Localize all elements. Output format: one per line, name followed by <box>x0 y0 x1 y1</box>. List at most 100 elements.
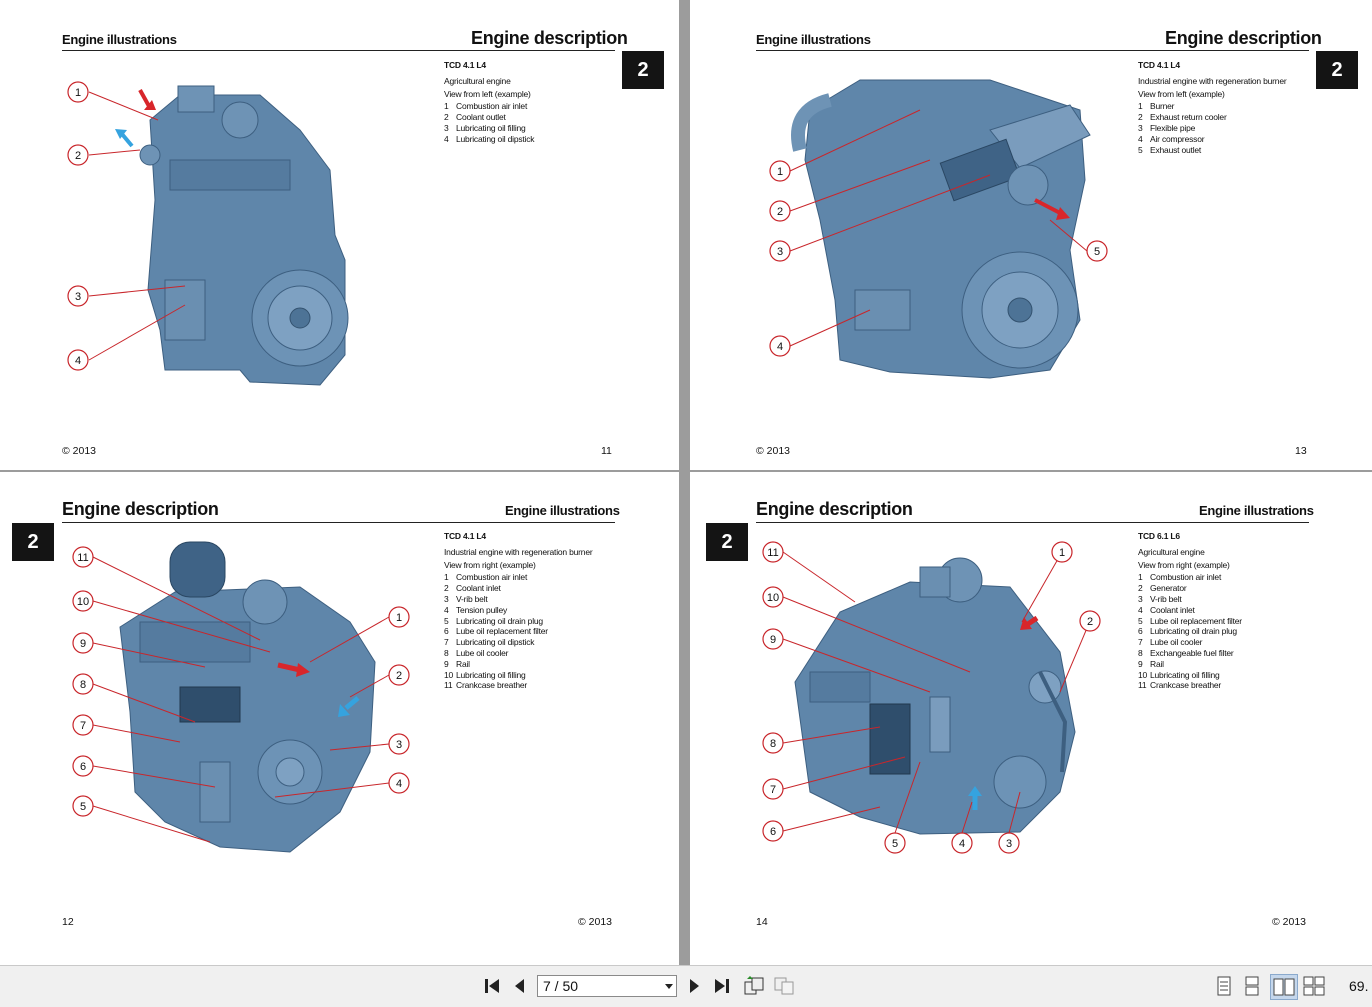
callout-3: 3 <box>998 832 1020 854</box>
last-page-icon <box>715 979 729 993</box>
svg-text:2: 2 <box>1087 616 1093 628</box>
svg-text:1: 1 <box>777 166 783 178</box>
legend-subtitle: Agricultural engine <box>1138 546 1205 557</box>
legend: TCD 6.1 L6 Agricultural engine View from… <box>1138 531 1242 691</box>
legend-item: 2 Exhaust return cooler <box>1138 112 1227 123</box>
svg-text:4: 4 <box>777 341 783 353</box>
legend-item: 4 Lubricating oil dipstick <box>444 133 535 144</box>
legend-view: View from right (example) <box>1138 559 1230 570</box>
page-number-field[interactable]: 7 / 50 <box>537 975 677 997</box>
svg-text:4: 4 <box>396 778 402 790</box>
legend-item: 3 Lubricating oil filling <box>444 122 526 133</box>
svg-text:1: 1 <box>1059 547 1065 559</box>
svg-text:5: 5 <box>892 838 898 850</box>
svg-text:7: 7 <box>80 720 86 732</box>
legend-item: 10 Lubricating oil filling <box>444 669 526 680</box>
svg-text:8: 8 <box>770 738 776 750</box>
legend-item: 4 Air compressor <box>1138 133 1205 144</box>
callout-7: 7 <box>72 714 94 736</box>
callout-2: 2 <box>1079 610 1101 632</box>
svg-text:2: 2 <box>777 206 783 218</box>
chevron-down-icon[interactable] <box>662 981 676 991</box>
callout-3: 3 <box>67 285 89 307</box>
callout-4: 4 <box>951 832 973 854</box>
footer-copyright: © 2013 <box>578 916 613 928</box>
callout-9: 9 <box>762 628 784 650</box>
callout-2: 2 <box>388 664 410 686</box>
first-page-icon <box>485 979 499 993</box>
svg-text:6: 6 <box>80 761 86 773</box>
legend-item: 1 Combustion air inlet <box>444 101 528 112</box>
next-page-icon <box>690 979 699 993</box>
model-name: TCD 4.1 L4 <box>444 60 486 70</box>
back-view-button[interactable] <box>742 974 766 998</box>
engine-illustration: 11 10 9 8 7 6 1 2 5 4 3 <box>762 541 1101 854</box>
legend: TCD 4.1 L4 Industrial engine with regene… <box>444 531 593 691</box>
continuous-facing-view-button[interactable] <box>1302 974 1326 998</box>
prev-page-button[interactable] <box>510 974 528 998</box>
callout-10: 10 <box>762 586 784 608</box>
callout-5: 5 <box>884 832 906 854</box>
callout-2: 2 <box>769 200 791 222</box>
arrow-blue-icon <box>120 132 134 148</box>
svg-text:5: 5 <box>80 801 86 813</box>
svg-text:4: 4 <box>959 838 965 850</box>
svg-text:6: 6 <box>770 826 776 838</box>
callout-1: 1 <box>1051 541 1073 563</box>
legend-view: View from left (example) <box>444 88 531 99</box>
continuous-page-icon <box>1245 976 1259 996</box>
callout-4: 4 <box>388 772 410 794</box>
legend-subtitle: Agricultural engine <box>444 75 511 86</box>
engine-drawing <box>119 541 376 853</box>
svg-text:7: 7 <box>770 784 776 796</box>
forward-view-icon <box>774 977 794 995</box>
single-page-view-button[interactable] <box>1214 974 1234 998</box>
legend-view: View from left (example) <box>1138 88 1225 99</box>
legend-item: 10 Lubricating oil filling <box>1138 669 1220 680</box>
svg-text:2: 2 <box>396 670 402 682</box>
legend-view: View from right (example) <box>444 559 536 570</box>
footer-copyright: © 2013 <box>756 445 791 457</box>
legend-item: 8 Exchangeable fuel filter <box>1138 647 1234 658</box>
callout-5: 5 <box>72 795 94 817</box>
first-page-button[interactable] <box>482 974 502 998</box>
document-viewport[interactable]: Engine illustrations Engine description … <box>0 0 1372 965</box>
page-indicator: 7 / 50 <box>543 978 579 994</box>
callout-7: 7 <box>762 778 784 800</box>
legend-item: 6 Lubricating oil drain plug <box>1138 626 1237 637</box>
continuous-view-button[interactable] <box>1242 974 1262 998</box>
legend-subtitle: Industrial engine with regeneration burn… <box>1138 75 1287 86</box>
legend-item: 9 Rail <box>444 658 470 669</box>
callout-10: 10 <box>72 590 94 612</box>
facing-pages-view-button[interactable] <box>1270 974 1298 1000</box>
legend-item: 6 Lube oil replacement filter <box>444 626 548 637</box>
model-name: TCD 4.1 L4 <box>1138 60 1180 70</box>
legend-item: 8 Lube oil cooler <box>444 647 509 658</box>
single-page-icon <box>1217 976 1231 996</box>
last-page-button[interactable] <box>712 974 732 998</box>
zoom-level[interactable]: 69. <box>1349 978 1368 994</box>
callout-11: 11 <box>762 541 784 563</box>
footer-page-number: 11 <box>601 445 612 457</box>
svg-text:1: 1 <box>396 612 402 624</box>
legend-item: 11 Crankcase breather <box>444 680 528 691</box>
callout-2: 2 <box>67 144 89 166</box>
callout-9: 9 <box>72 632 94 654</box>
svg-text:5: 5 <box>1094 246 1100 258</box>
svg-text:9: 9 <box>80 638 86 650</box>
page-11: Engine illustrations Engine description … <box>0 0 679 470</box>
callout-11: 11 <box>72 546 94 568</box>
svg-text:9: 9 <box>770 634 776 646</box>
svg-text:11: 11 <box>77 552 88 564</box>
callout-6: 6 <box>72 755 94 777</box>
callout-6: 6 <box>762 820 784 842</box>
legend-item: 5 Exhaust outlet <box>1138 144 1202 155</box>
forward-view-button[interactable] <box>772 974 796 998</box>
svg-text:4: 4 <box>75 355 81 367</box>
legend-item: 2 Generator <box>1138 583 1187 594</box>
svg-text:3: 3 <box>396 739 402 751</box>
legend-item: 4 Tension pulley <box>444 604 508 615</box>
next-page-button[interactable] <box>686 974 704 998</box>
prev-page-icon <box>515 979 524 993</box>
callout-1: 1 <box>769 160 791 182</box>
